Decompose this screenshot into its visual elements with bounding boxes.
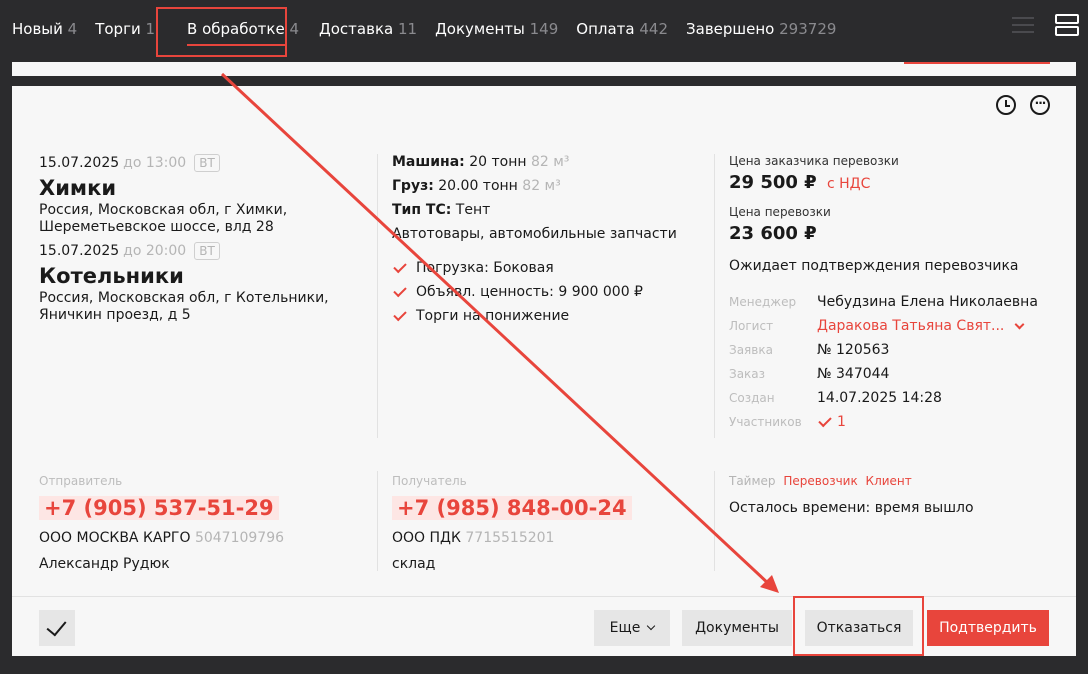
condition-item: Погрузка: Боковая bbox=[392, 259, 702, 276]
tab-documents[interactable]: Документы 149 bbox=[435, 20, 558, 38]
clock-icon[interactable] bbox=[996, 95, 1016, 115]
manager-row: Менеджер Чебудзина Елена Николаевна bbox=[729, 294, 1038, 310]
previous-card-edge bbox=[12, 62, 1076, 76]
created-row: Создан 14.07.2025 14:28 bbox=[729, 390, 942, 406]
chat-icon[interactable]: ··· bbox=[1030, 95, 1050, 115]
unload-address: Россия, Московская обл, г Котельники, Ян… bbox=[39, 290, 329, 323]
rows-view-icon[interactable] bbox=[1054, 12, 1080, 38]
timer-client-link[interactable]: Клиент bbox=[866, 474, 912, 488]
order-card: ··· 15.07.2025 до 13:00 ВТ Химки Россия,… bbox=[12, 86, 1076, 656]
receiver-company: ООО ПДК 7715515201 bbox=[392, 530, 555, 546]
tab-delivery[interactable]: Доставка 11 bbox=[319, 20, 417, 38]
unload-city: Котельники bbox=[39, 264, 184, 288]
check-icon bbox=[393, 259, 407, 273]
weekday-badge: ВТ bbox=[194, 154, 220, 172]
vehicle-type-row: Тип ТС: Тент bbox=[392, 202, 491, 218]
documents-button[interactable]: Документы bbox=[682, 610, 792, 646]
receiver-section: Получатель +7 (985) 848-00-24 ООО ПДК 77… bbox=[392, 474, 632, 572]
check-icon bbox=[393, 283, 407, 297]
customer-price: 29 500 ₽ с НДС bbox=[729, 172, 871, 193]
order-status: Ожидает подтверждения перевозчика bbox=[729, 258, 1019, 274]
timer-text: Осталось времени: время вышло bbox=[729, 500, 974, 516]
tab-new[interactable]: Новый 4 bbox=[12, 20, 77, 38]
chevron-down-icon[interactable] bbox=[1014, 319, 1025, 330]
order-details: Менеджер Чебудзина Елена Николаевна Логис… bbox=[729, 290, 1069, 434]
view-switcher bbox=[1010, 12, 1080, 38]
load-city: Химки bbox=[39, 176, 117, 200]
refuse-highlight-annotation bbox=[793, 596, 924, 656]
check-icon bbox=[818, 413, 832, 428]
sender-phone[interactable]: +7 (905) 537-51-29 bbox=[39, 496, 279, 520]
logist-row[interactable]: Логист Даракова Татьяна Свят... bbox=[729, 314, 1069, 338]
carrier-price-label: Цена перевозки bbox=[729, 205, 831, 219]
route-section: 15.07.2025 до 13:00 ВТ Химки Россия, Мос… bbox=[39, 154, 359, 324]
list-view-icon[interactable] bbox=[1010, 12, 1036, 38]
sender-company: ООО МОСКВА КАРГО 5047109796 bbox=[39, 530, 285, 546]
receiver-person: склад bbox=[392, 556, 436, 572]
confirm-button[interactable]: Подтвердить bbox=[927, 610, 1049, 646]
pricing-section: Цена заказчика перевозки 29 500 ₽ с НДС … bbox=[729, 154, 1069, 434]
goods-description: Автотовары, автомобильные запчасти bbox=[392, 226, 677, 242]
request-row: Заявка № 120563 bbox=[729, 342, 890, 358]
timer-carrier-link[interactable]: Перевозчик bbox=[783, 474, 857, 488]
sender-section: Отправитель +7 (905) 537-51-29 ООО МОСКВ… bbox=[39, 474, 285, 572]
tab-completed[interactable]: Завершено 293729 bbox=[686, 20, 836, 38]
tab-payment[interactable]: Оплата 442 bbox=[576, 20, 668, 38]
carrier-price: 23 600 ₽ bbox=[729, 223, 817, 244]
chevron-down-icon bbox=[647, 621, 656, 631]
condition-item: Торги на понижение bbox=[392, 307, 702, 324]
condition-item: Объявл. ценность: 9 900 000 ₽ bbox=[392, 283, 702, 300]
cargo-section: Машина: 20 тонн 82 м³ Груз: 20.00 тонн 8… bbox=[392, 154, 702, 332]
unload-date: 15.07.2025 до 20:00 ВТ bbox=[39, 242, 359, 260]
more-button[interactable]: Еще bbox=[594, 610, 670, 646]
timer-section: Таймер Перевозчик Клиент Осталось времен… bbox=[729, 474, 974, 516]
sender-person: Александр Рудюк bbox=[39, 556, 170, 572]
cargo-row: Груз: 20.00 тонн 82 м³ bbox=[392, 178, 561, 194]
customer-price-label: Цена заказчика перевозки bbox=[729, 154, 899, 168]
participants-row: Участников 1 bbox=[729, 413, 846, 430]
card-actions: ··· bbox=[996, 95, 1050, 115]
cargo-conditions: Погрузка: Боковая Объявл. ценность: 9 90… bbox=[392, 259, 702, 324]
receiver-phone[interactable]: +7 (985) 848-00-24 bbox=[392, 496, 632, 520]
tab-highlight-annotation bbox=[156, 7, 287, 57]
load-date: 15.07.2025 до 13:00 ВТ bbox=[39, 154, 359, 172]
weekday-badge: ВТ bbox=[194, 242, 220, 260]
vehicle-row: Машина: 20 тонн 82 м³ bbox=[392, 154, 570, 170]
check-icon bbox=[393, 307, 407, 321]
order-row: Заказ № 347044 bbox=[729, 366, 890, 382]
tab-auction[interactable]: Торги 1 bbox=[95, 20, 155, 38]
load-address: Россия, Московская обл, г Химки, Шеремет… bbox=[39, 202, 288, 235]
status-tabs: Новый 4 Торги 1 В обработке 4 Доставка 1… bbox=[0, 0, 842, 58]
select-checkbox[interactable] bbox=[39, 610, 75, 646]
